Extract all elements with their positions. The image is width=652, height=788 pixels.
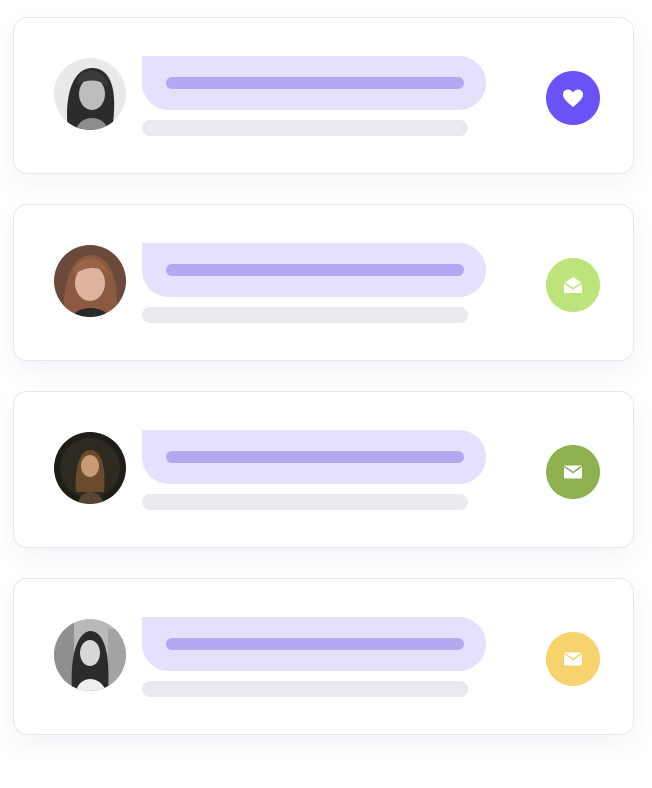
message-bubble: [142, 243, 486, 297]
message-bubble: [142, 617, 486, 671]
notification-card[interactable]: [13, 578, 634, 735]
heart-icon: [561, 86, 585, 110]
message-button[interactable]: [546, 632, 600, 686]
notification-card[interactable]: [13, 391, 634, 548]
meta-line-placeholder: [142, 307, 468, 323]
read-message-button[interactable]: [546, 258, 600, 312]
notification-card[interactable]: [13, 17, 634, 174]
message-line-placeholder: [166, 77, 464, 89]
envelope-open-icon: [561, 273, 585, 297]
message-line-placeholder: [166, 451, 464, 463]
message-button[interactable]: [546, 445, 600, 499]
meta-line-placeholder: [142, 494, 468, 510]
message-line-placeholder: [166, 638, 464, 650]
avatar: [54, 619, 126, 691]
avatar: [54, 432, 126, 504]
avatar: [54, 58, 126, 130]
envelope-icon: [561, 647, 585, 671]
message-bubble: [142, 430, 486, 484]
notification-card[interactable]: [13, 204, 634, 361]
message-line-placeholder: [166, 264, 464, 276]
envelope-icon: [561, 460, 585, 484]
avatar: [54, 245, 126, 317]
like-button[interactable]: [546, 71, 600, 125]
message-bubble: [142, 56, 486, 110]
meta-line-placeholder: [142, 120, 468, 136]
meta-line-placeholder: [142, 681, 468, 697]
